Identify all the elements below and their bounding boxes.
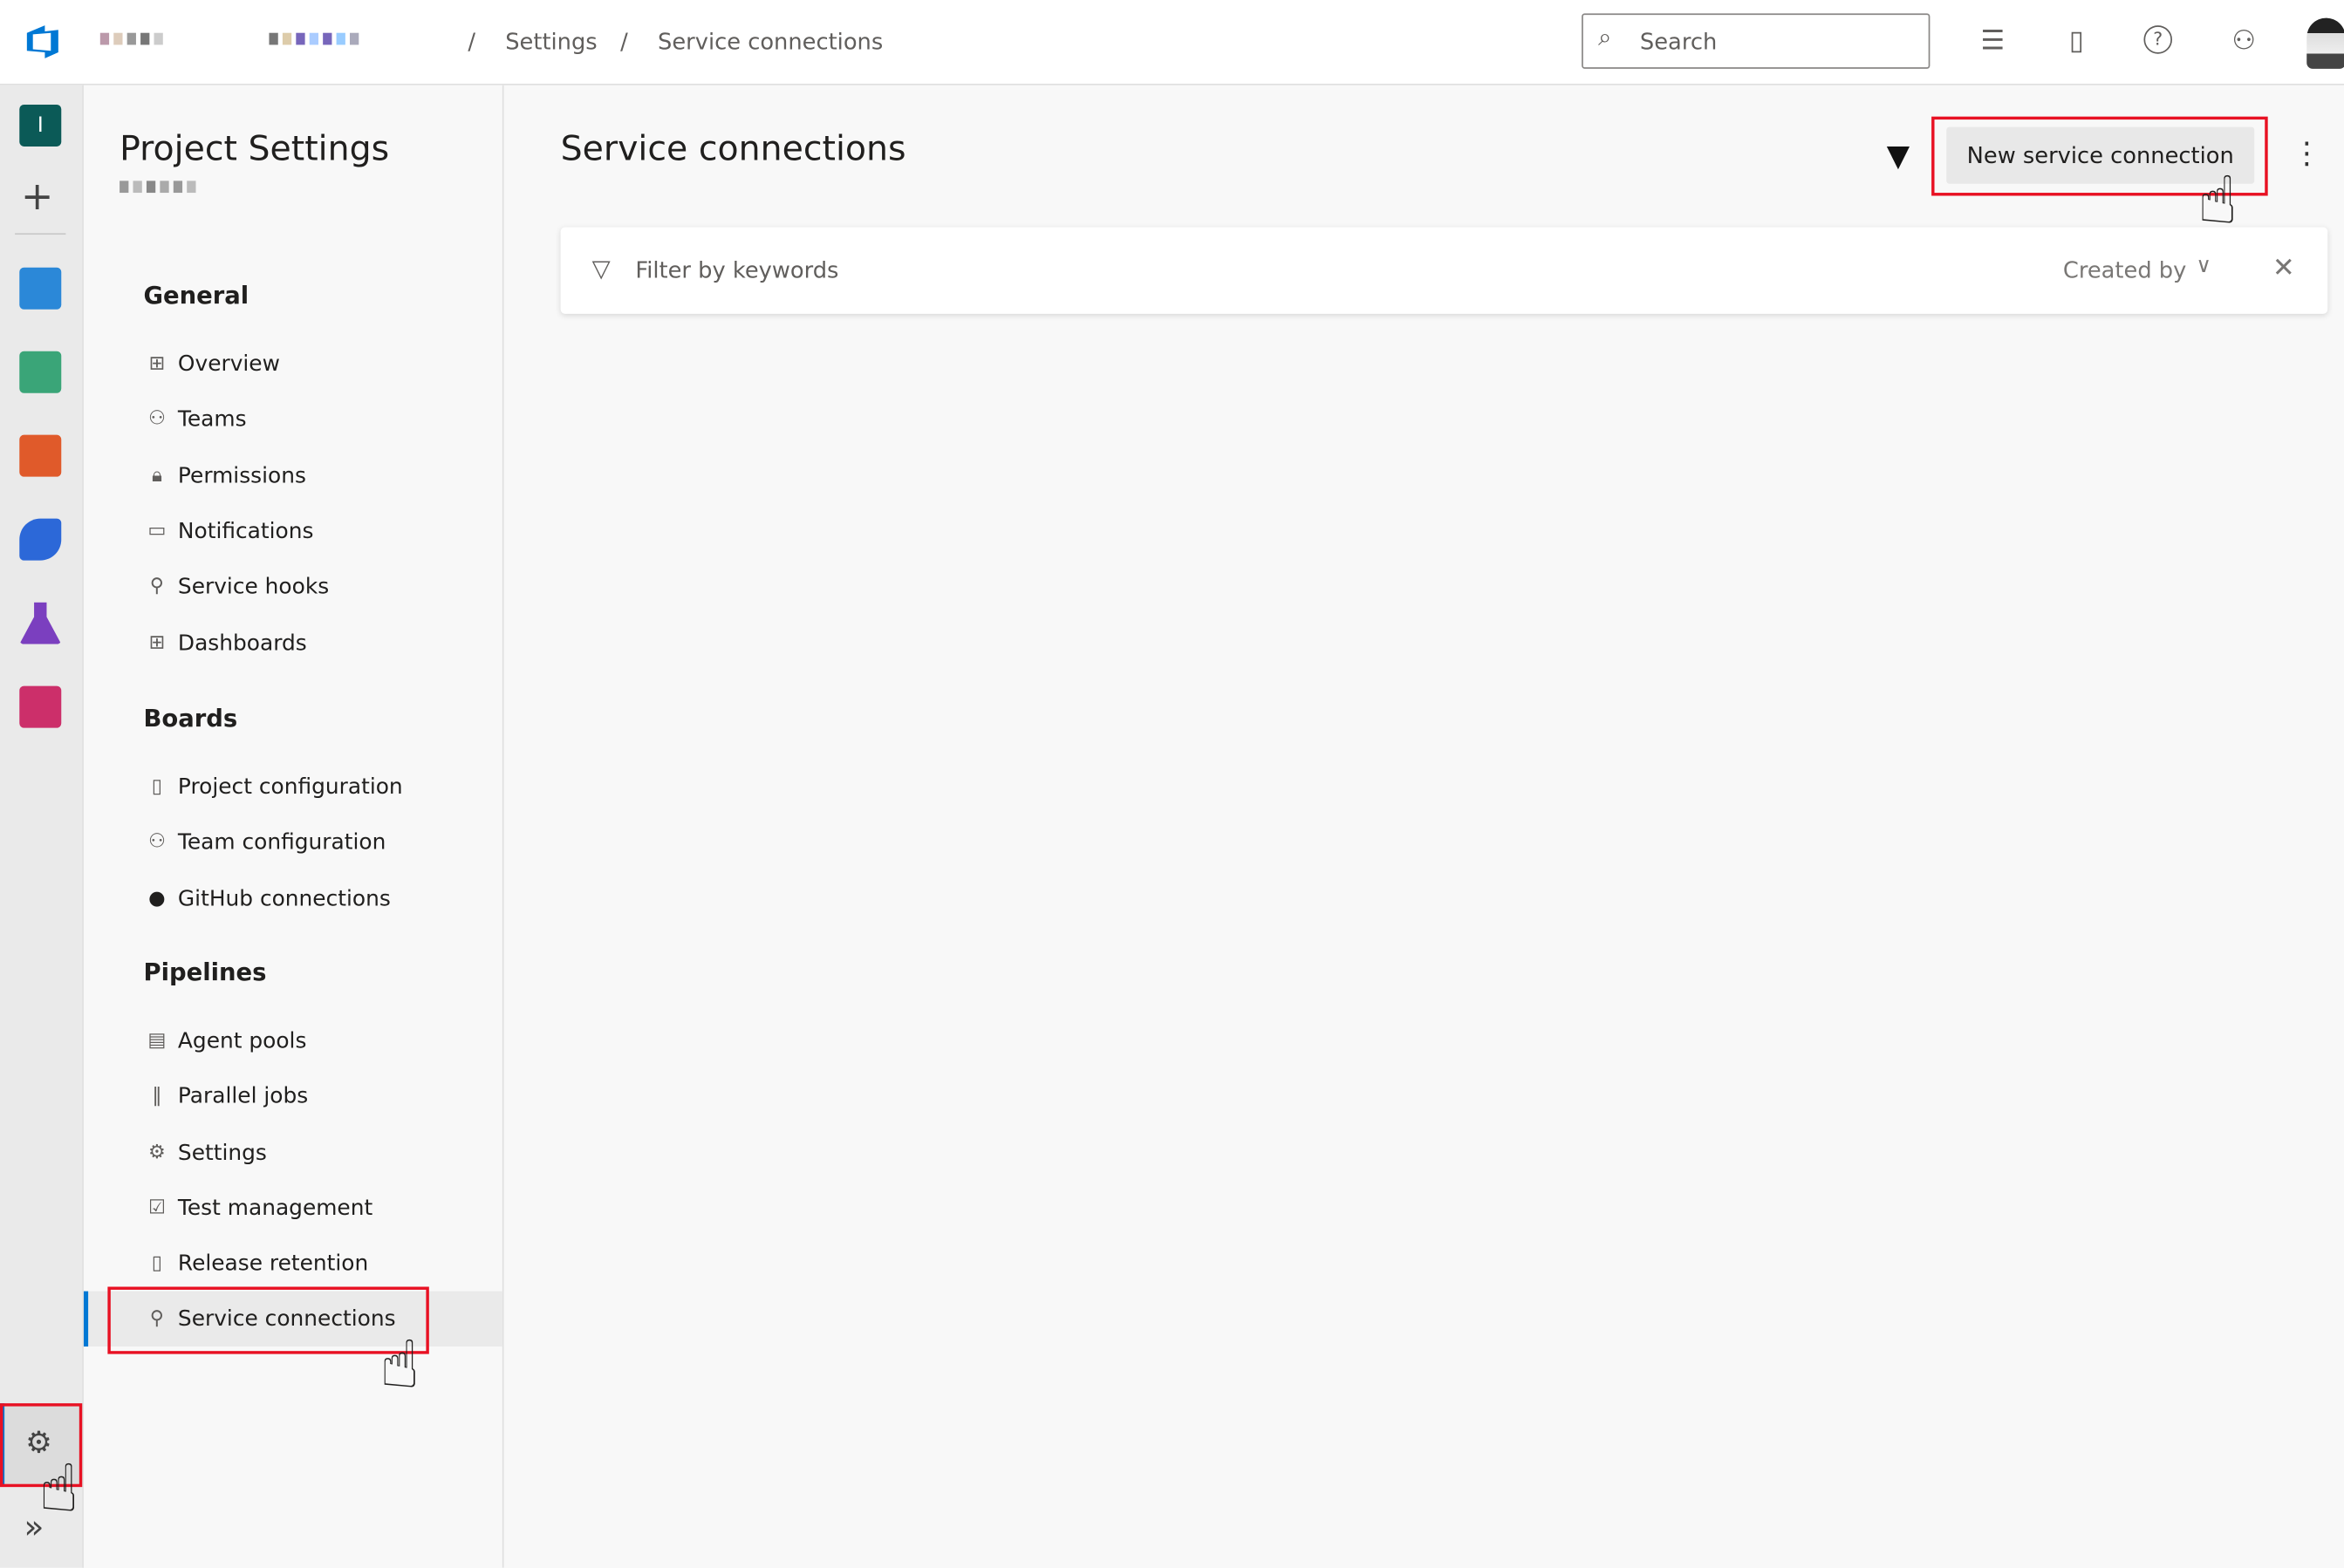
search-icon: ⌕ xyxy=(1597,22,1612,51)
dashboard-icon: ⊞ xyxy=(148,631,166,655)
divider xyxy=(15,233,66,235)
search-placeholder: Search xyxy=(1639,28,1718,56)
nav-item-notifications[interactable]: ▭ Notifications xyxy=(144,504,502,559)
nav-label: Notifications xyxy=(177,519,314,543)
nav-item-release-retention[interactable]: ▯ Release retention xyxy=(144,1236,502,1291)
section-pipelines: Pipelines xyxy=(143,958,267,987)
overview-icon: ⊞ xyxy=(148,352,166,376)
filter-icon[interactable]: ▼ xyxy=(1887,138,1910,174)
plug-icon: ⚲ xyxy=(149,575,165,598)
pipelines-icon[interactable] xyxy=(19,518,62,561)
boards-icon[interactable] xyxy=(19,351,62,393)
left-rail: I + ⚙ » ☝ xyxy=(0,85,84,1568)
task-list-icon[interactable]: ☰ xyxy=(1977,25,2010,58)
nav-item-teams[interactable]: ⚇ Teams xyxy=(144,392,502,447)
azure-devops-logo[interactable] xyxy=(24,23,63,62)
section-boards: Boards xyxy=(143,704,238,733)
more-options-icon[interactable]: ⋮ xyxy=(2292,134,2321,170)
page-title: Service connections xyxy=(560,130,906,169)
nav-label: Parallel jobs xyxy=(177,1084,309,1108)
nav-item-test-management[interactable]: ☑ Test management xyxy=(144,1181,502,1236)
nav-item-dashboards[interactable]: ⊞ Dashboards xyxy=(144,616,502,671)
breadcrumb-separator: / xyxy=(620,28,628,56)
repos-icon[interactable] xyxy=(19,434,62,477)
nav-label: Teams xyxy=(177,406,247,432)
nav-label: Service hooks xyxy=(177,574,330,599)
test-plans-icon[interactable] xyxy=(19,602,62,644)
document-settings-icon: ▯ xyxy=(151,775,163,799)
nav-item-service-hooks[interactable]: ⚲ Service hooks xyxy=(144,559,502,614)
breadcrumb-settings[interactable]: Settings xyxy=(505,29,597,56)
marketplace-bag-icon[interactable]: ▯ xyxy=(2060,25,2093,58)
nav-label: Project configuration xyxy=(177,774,403,799)
nav-title: Project Settings xyxy=(120,130,390,169)
nav-item-github-connections[interactable]: ● GitHub connections xyxy=(144,871,502,926)
overview-icon[interactable] xyxy=(19,267,62,310)
user-settings-icon[interactable]: ⚇ xyxy=(2227,25,2260,58)
teams-icon: ⚇ xyxy=(147,407,166,431)
nav-item-agent-pools[interactable]: ▤ Agent pools xyxy=(144,1013,502,1068)
chevron-down-icon[interactable]: ∨ xyxy=(2196,254,2211,277)
project-name-redacted xyxy=(120,181,196,199)
nav-item-settings[interactable]: ⚙ Settings xyxy=(144,1125,502,1180)
nav-item-overview[interactable]: ⊞ Overview xyxy=(144,337,502,392)
gear-icon: ⚙ xyxy=(147,1142,166,1164)
github-icon: ● xyxy=(148,887,166,910)
nav-item-parallel-jobs[interactable]: ‖ Parallel jobs xyxy=(144,1068,502,1123)
app: / Settings / Service connections ⌕ Searc… xyxy=(0,0,2344,1568)
section-general: General xyxy=(143,281,249,310)
nav-label: Permissions xyxy=(177,464,306,488)
nav-item-team-configuration[interactable]: ⚇ Team configuration xyxy=(144,815,502,869)
project-name-redacted[interactable] xyxy=(269,32,359,51)
filter-keywords-input[interactable]: Filter by keywords xyxy=(635,257,1831,284)
help-icon[interactable]: ? xyxy=(2143,25,2173,54)
nav-label: Settings xyxy=(177,1141,267,1165)
phone-icon: ▯ xyxy=(151,1252,163,1275)
lock-icon: 🔒︎ xyxy=(151,464,162,487)
search-input[interactable]: ⌕ Search xyxy=(1582,13,1931,69)
created-by-dropdown[interactable]: Created by xyxy=(2063,257,2186,284)
parallel-icon: ‖ xyxy=(152,1085,162,1108)
nav-item-project-configuration[interactable]: ▯ Project configuration xyxy=(144,760,502,815)
chat-icon: ▭ xyxy=(147,520,167,543)
avatar[interactable] xyxy=(2306,17,2344,69)
hand-cursor-icon: ☝ xyxy=(38,1451,79,1528)
breadcrumb-separator: / xyxy=(468,28,476,56)
filter-icon: ▽ xyxy=(591,254,611,283)
nav-label: Dashboards xyxy=(177,631,307,656)
nav-label: Team configuration xyxy=(177,829,386,855)
nav-label: Test management xyxy=(177,1196,373,1221)
nav-label: GitHub connections xyxy=(177,887,391,911)
add-icon[interactable]: + xyxy=(21,178,53,217)
top-bar: / Settings / Service connections ⌕ Searc… xyxy=(0,0,2344,85)
nav-label: Release retention xyxy=(177,1251,369,1276)
breadcrumb-service-connections[interactable]: Service connections xyxy=(658,29,883,56)
organization-avatar[interactable]: I xyxy=(19,104,62,147)
artifacts-icon[interactable] xyxy=(19,685,62,728)
nav-item-permissions[interactable]: 🔒︎ Permissions xyxy=(144,448,502,503)
nav-label: Agent pools xyxy=(177,1028,307,1053)
filter-bar: ▽ Filter by keywords Created by ∨ ✕ xyxy=(560,227,2328,314)
team-config-icon: ⚇ xyxy=(147,830,166,854)
nav-label: Overview xyxy=(177,351,280,376)
agent-pool-icon: ▤ xyxy=(147,1029,167,1053)
test-icon: ☑ xyxy=(147,1196,166,1220)
clear-filter-icon[interactable]: ✕ xyxy=(2272,253,2295,284)
hand-cursor-icon: ☝ xyxy=(2197,162,2238,240)
hand-cursor-icon: ☝ xyxy=(379,1326,420,1404)
organization-name-redacted[interactable] xyxy=(99,32,163,51)
settings-nav: Project Settings General ⊞ Overview ⚇ Team… xyxy=(83,85,504,1568)
